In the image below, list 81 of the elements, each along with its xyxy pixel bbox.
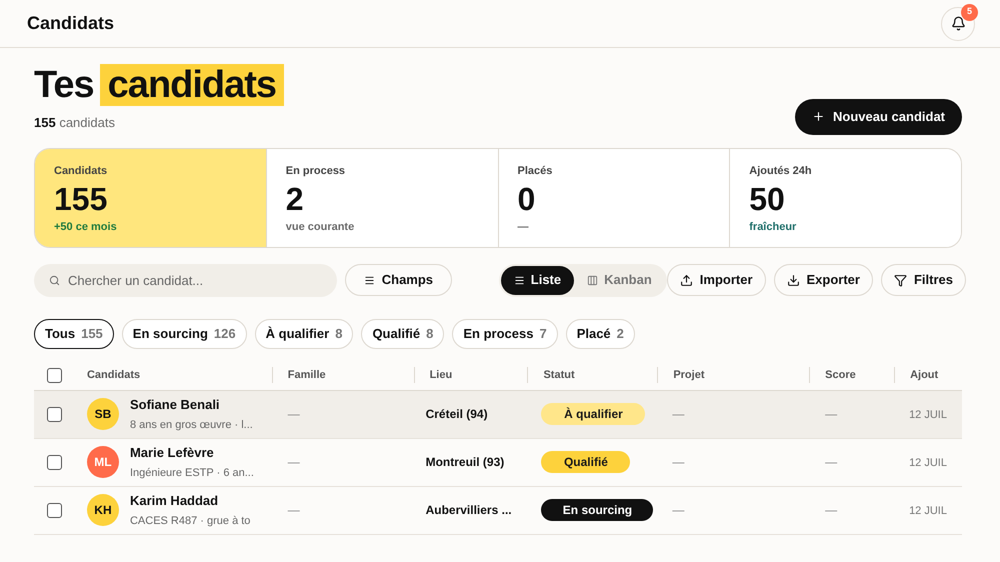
- candidate-subtitle: Ingénieure ESTP · 6 an...: [130, 466, 254, 480]
- column-header: Ajout: [910, 368, 938, 383]
- avatar: SB: [86, 398, 119, 430]
- columns-icon: [587, 274, 598, 286]
- filter-chip[interactable]: Qualifié 8: [361, 318, 444, 348]
- filter-chip[interactable]: En process 7: [452, 318, 558, 348]
- filter-chip[interactable]: En sourcing 126: [122, 318, 247, 348]
- table-cell: —: [672, 503, 684, 517]
- table-cell: —: [825, 503, 838, 517]
- checkbox[interactable]: [47, 368, 62, 382]
- column-header: Candidats: [86, 368, 140, 383]
- column-header: Projet: [673, 368, 704, 383]
- location-cell: Créteil (94): [426, 407, 488, 421]
- stat-note: fraîcheur: [749, 220, 798, 235]
- table-cell: —: [672, 455, 684, 469]
- plus-icon: [812, 110, 826, 123]
- stat-note: vue courante: [286, 220, 356, 235]
- candidate-name: Sofiane Benali: [130, 396, 221, 414]
- stat-note: +50 ce mois: [54, 220, 118, 235]
- new-candidate-button[interactable]: Nouveau candidat: [795, 98, 962, 134]
- location-cell: Montreuil (93): [426, 455, 504, 469]
- date-cell: 12 JUIL: [909, 505, 947, 517]
- checkbox[interactable]: [47, 502, 62, 518]
- page-title: Candidats: [27, 12, 114, 35]
- toolbar-button[interactable]: Filtres: [880, 264, 966, 296]
- candidate-name: Marie Lefèvre: [130, 444, 215, 462]
- download-icon: [786, 274, 800, 286]
- notification-count: 5: [961, 4, 978, 20]
- stat-label: Placés: [518, 164, 554, 178]
- checkbox[interactable]: [47, 454, 62, 470]
- status-badge: Qualifié: [541, 451, 630, 473]
- column-header: Statut: [543, 368, 575, 383]
- candidate-name: Karim Haddad: [130, 492, 220, 510]
- list-icon: [514, 274, 525, 286]
- avatar: ML: [86, 446, 119, 478]
- table-cell: —: [672, 407, 684, 421]
- filter-chip[interactable]: Tous 155: [34, 318, 114, 348]
- stat-value: 0: [518, 180, 536, 219]
- toolbar-button[interactable]: Exporter: [774, 264, 873, 296]
- search-icon: [49, 274, 60, 286]
- avatar: KH: [86, 494, 119, 526]
- view-tab[interactable]: Kanban: [574, 266, 665, 294]
- toolbar-button[interactable]: Importer: [666, 264, 766, 296]
- stat-label: Ajoutés 24h: [749, 164, 813, 178]
- search-field[interactable]: Chercher un candidat...: [34, 264, 337, 296]
- date-cell: 12 JUIL: [909, 457, 947, 469]
- heading: Tes: [34, 66, 94, 104]
- filter-icon: [894, 274, 907, 286]
- table-cell: —: [288, 503, 300, 517]
- stat-value: 155: [54, 180, 108, 219]
- table-row[interactable]: SB Sofiane Benali 8 ans en gros œuvre · l... — Créteil (94) À qualifier — — 12 JUIL: [34, 390, 962, 438]
- view-tab[interactable]: Liste: [500, 266, 574, 294]
- filter-chip[interactable]: Placé 2: [566, 318, 635, 348]
- stat-value: 2: [286, 180, 305, 219]
- table-cell: —: [288, 407, 300, 421]
- location-cell: Aubervilliers ...: [426, 503, 512, 517]
- candidate-subtitle: CACES R487 · grue à to: [130, 514, 250, 528]
- status-badge: À qualifier: [541, 403, 646, 425]
- date-cell: 12 JUIL: [909, 409, 947, 421]
- heading-highlight: candidats: [100, 64, 284, 106]
- column-header: Score: [825, 368, 856, 383]
- table-cell: —: [825, 407, 838, 421]
- fields-button[interactable]: Champs: [345, 264, 452, 296]
- stat-value: 50: [749, 180, 786, 219]
- stat-note: —: [518, 220, 530, 235]
- bell-icon: [950, 16, 966, 31]
- menu-icon: [364, 274, 375, 286]
- column-header: Lieu: [430, 368, 452, 383]
- table-cell: —: [288, 455, 300, 469]
- filter-chip[interactable]: À qualifier 8: [254, 318, 354, 348]
- column-header: Famille: [288, 368, 326, 383]
- checkbox[interactable]: [47, 406, 62, 422]
- table-row[interactable]: KH Karim Haddad CACES R487 · grue à to — Aubervilliers ... En sourcing — — 12 JUIL: [34, 486, 962, 534]
- stat-label: En process: [286, 164, 346, 178]
- table-row[interactable]: ML Marie Lefèvre Ingénieure ESTP · 6 an... — Montreuil (93) Qualifié — — 12 JUIL: [34, 438, 962, 486]
- candidate-subtitle: 8 ans en gros œuvre · l...: [130, 418, 253, 432]
- status-badge: En sourcing: [541, 499, 654, 521]
- upload-icon: [680, 274, 693, 286]
- candidate-count: 155 candidats: [34, 114, 116, 132]
- table-cell: —: [825, 455, 838, 469]
- stat-label: Candidats: [54, 164, 108, 178]
